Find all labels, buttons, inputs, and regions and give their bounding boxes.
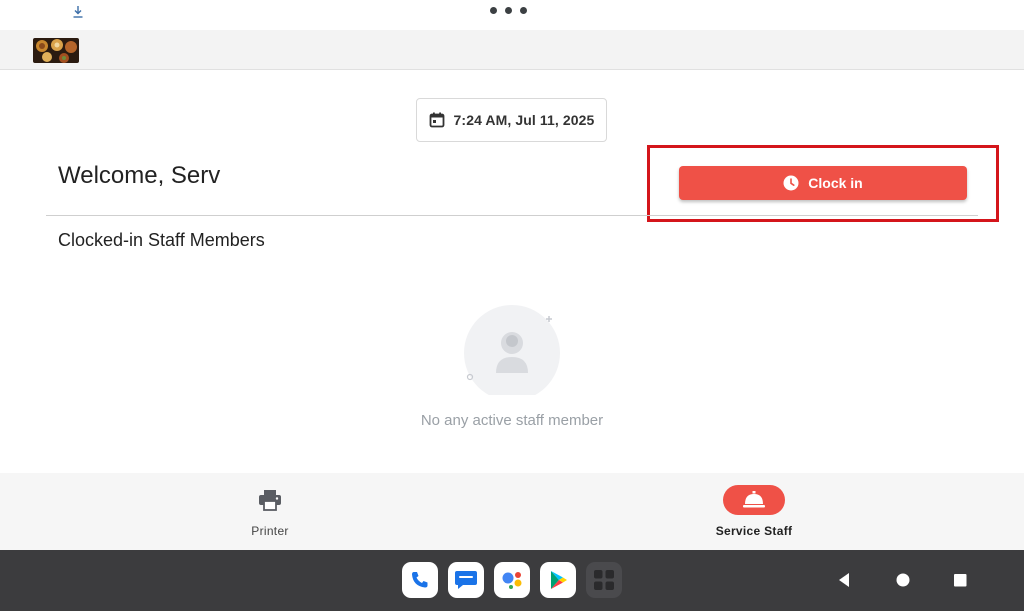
printer-icon-wrap xyxy=(239,485,301,515)
clock-in-button[interactable]: Clock in xyxy=(679,166,967,200)
food-logo xyxy=(33,38,79,63)
app-grid-icon xyxy=(594,570,614,590)
divider xyxy=(46,215,978,216)
clock-in-label: Clock in xyxy=(808,175,863,191)
home-icon[interactable] xyxy=(893,570,913,590)
calendar-icon xyxy=(429,112,444,128)
play-store-app[interactable] xyxy=(540,562,576,598)
app-dock xyxy=(402,562,622,598)
recents-icon[interactable] xyxy=(950,570,970,590)
bottom-nav: Printer Service Staff xyxy=(0,473,1024,550)
nav-item-printer[interactable]: Printer xyxy=(170,473,370,550)
phone-app[interactable] xyxy=(402,562,438,598)
assistant-icon xyxy=(502,572,522,589)
nav-label-service-staff: Service Staff xyxy=(715,524,793,538)
service-bell-icon xyxy=(743,491,765,508)
play-store-icon xyxy=(551,571,567,589)
datetime-text: 7:24 AM, Jul 11, 2025 xyxy=(453,112,595,128)
app-grid[interactable] xyxy=(586,562,622,598)
nav-label-printer: Printer xyxy=(251,524,289,538)
nav-item-service-staff[interactable]: Service Staff xyxy=(654,473,854,550)
empty-state-text: No any active staff member xyxy=(420,412,604,429)
messages-app[interactable] xyxy=(448,562,484,598)
status-bar xyxy=(0,0,1024,30)
three-dots-icon[interactable] xyxy=(490,7,527,14)
printer-icon xyxy=(259,490,281,511)
section-title: Clocked-in Staff Members xyxy=(58,230,265,250)
download-icon xyxy=(73,6,83,18)
messages-icon xyxy=(455,571,477,589)
phone-icon xyxy=(412,572,428,588)
app-bar xyxy=(0,30,1024,70)
empty-staff-illustration xyxy=(464,305,560,395)
clock-icon xyxy=(783,175,799,191)
system-bar xyxy=(0,550,1024,611)
welcome-heading: Welcome, Serv xyxy=(58,162,221,189)
service-bell-icon-wrap xyxy=(723,485,785,515)
assistant-app[interactable] xyxy=(494,562,530,598)
datetime-display: 7:24 AM, Jul 11, 2025 xyxy=(416,98,607,142)
back-icon[interactable] xyxy=(834,570,854,590)
